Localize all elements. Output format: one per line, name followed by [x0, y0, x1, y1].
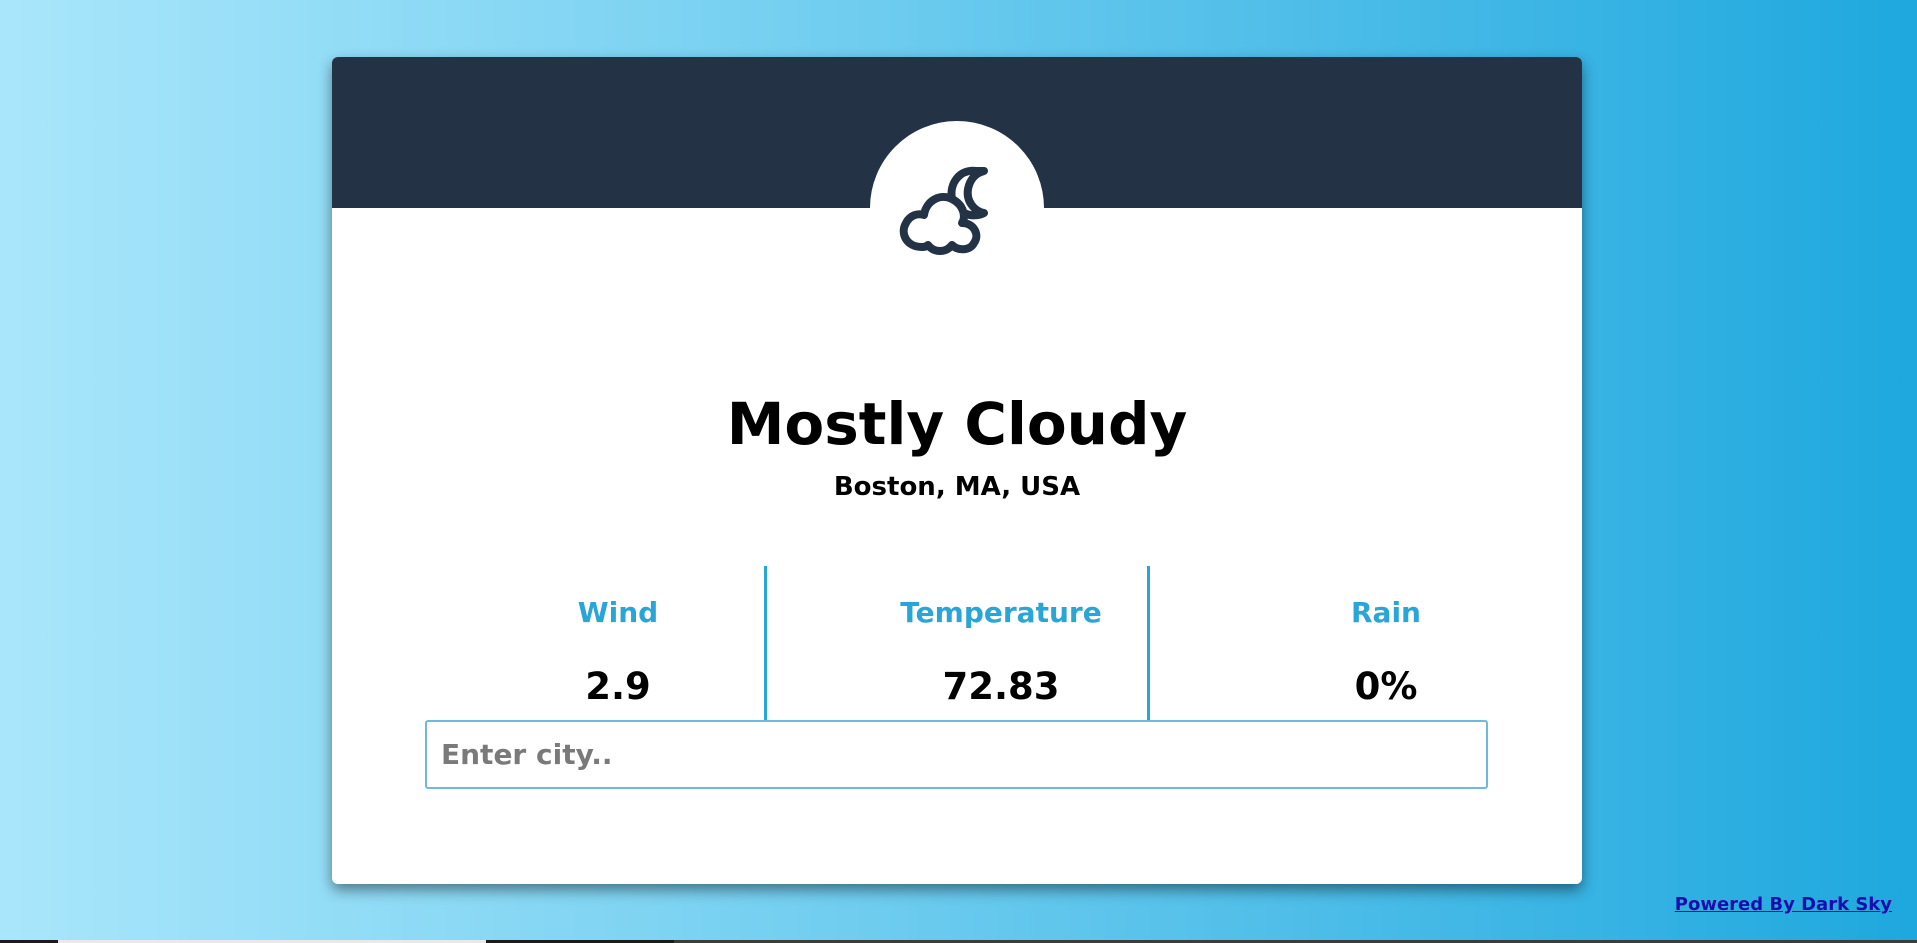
- location-label: Boston, MA, USA: [833, 472, 1081, 502]
- stat-divider: [764, 566, 767, 736]
- weather-summary: Mostly Cloudy: [726, 390, 1188, 458]
- partly-cloudy-night-icon: [899, 166, 988, 255]
- stat-rain: Rain 0%: [1236, 566, 1536, 736]
- stat-temperature: Temperature 72.83: [851, 566, 1151, 736]
- weather-icon-badge: [870, 121, 1044, 295]
- temperature-value: 72.83: [942, 665, 1060, 708]
- stat-wind: Wind 2.9: [468, 566, 768, 736]
- wind-label: Wind: [577, 596, 659, 629]
- rain-value: 0%: [1354, 665, 1418, 708]
- stat-divider: [1147, 566, 1150, 736]
- powered-by-link[interactable]: Powered By Dark Sky: [1675, 894, 1892, 915]
- rain-label: Rain: [1351, 596, 1421, 629]
- temperature-label: Temperature: [900, 596, 1102, 629]
- weather-card: Mostly Cloudy Boston, MA, USA Wind 2.9 T…: [332, 57, 1582, 884]
- weather-stats: Wind 2.9 Temperature 72.83 Rain 0%: [332, 566, 1582, 736]
- city-search-input[interactable]: [425, 720, 1488, 789]
- wind-value: 2.9: [585, 665, 651, 708]
